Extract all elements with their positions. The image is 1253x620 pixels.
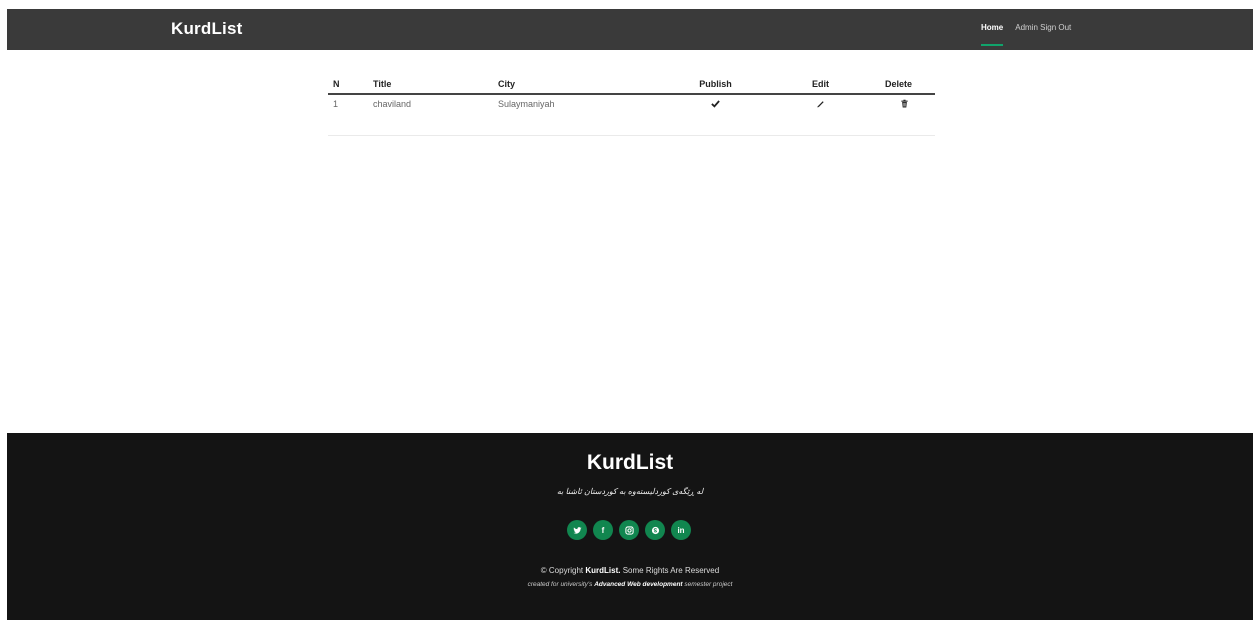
- publish-button[interactable]: [663, 94, 768, 136]
- twitter-link[interactable]: [567, 520, 587, 540]
- pencil-icon: [817, 101, 824, 108]
- listings-table: N Title City Publish Edit Delete 1 chavi…: [328, 75, 935, 136]
- linkedin-icon: in: [677, 525, 685, 535]
- col-header-n: N: [328, 75, 368, 95]
- row-number: 1: [333, 99, 339, 109]
- nav-home-link[interactable]: Home: [981, 23, 1004, 46]
- footer-tagline: لە ڕێگەی کوردلیستەوە بە کوردستان ئاشنا ب…: [556, 487, 704, 496]
- trash-icon: [901, 99, 908, 108]
- page: KurdList Home Admin Sign Out N Title Cit…: [0, 0, 1253, 620]
- row-title: chaviland: [373, 99, 412, 109]
- credit-emphasis: Advanced Web development: [594, 581, 683, 588]
- footer-copyright: © Copyright KurdList. Some Rights Are Re…: [7, 566, 1253, 575]
- instagram-link[interactable]: [619, 520, 639, 540]
- copyright-suffix: Some Rights Are Reserved: [622, 566, 720, 575]
- linkedin-link[interactable]: in: [671, 520, 691, 540]
- edit-button[interactable]: [768, 94, 873, 136]
- col-header-title: Title: [368, 75, 493, 95]
- col-header-publish: Publish: [663, 75, 768, 95]
- table-header-row: N Title City Publish Edit Delete: [328, 75, 935, 95]
- twitter-icon: [572, 526, 582, 534]
- site-logo[interactable]: KurdList: [171, 19, 242, 39]
- copyright-prefix: © Copyright: [540, 566, 584, 575]
- footer-credit: created for university's Advanced Web de…: [7, 581, 1253, 588]
- table-row: 1 chaviland Sulaymaniyah: [328, 94, 935, 136]
- row-city: Sulaymaniyah: [498, 99, 555, 109]
- credit-suffix: semester project: [684, 581, 733, 588]
- check-icon: [711, 100, 720, 108]
- col-header-edit: Edit: [768, 75, 873, 95]
- nav-admin-sign-out-link[interactable]: Admin Sign Out: [1015, 23, 1071, 32]
- social-links: f in: [567, 520, 691, 540]
- top-navbar: KurdList Home Admin Sign Out: [7, 9, 1253, 50]
- listings-table-container: N Title City Publish Edit Delete 1 chavi…: [328, 75, 935, 136]
- facebook-icon: f: [601, 525, 605, 535]
- facebook-link[interactable]: f: [593, 520, 613, 540]
- skype-icon: [651, 526, 659, 534]
- copyright-brand: KurdList.: [585, 566, 621, 575]
- col-header-city: City: [493, 75, 663, 95]
- delete-button[interactable]: [873, 94, 935, 136]
- skype-link[interactable]: [645, 520, 665, 540]
- footer-logo: KurdList: [586, 451, 674, 474]
- col-header-delete: Delete: [873, 75, 935, 95]
- site-footer: KurdList لە ڕێگەی کوردلیستەوە بە کوردستا…: [7, 433, 1253, 620]
- credit-prefix: created for university's: [527, 581, 593, 588]
- nav-menu: Home Admin Sign Out: [981, 23, 1071, 46]
- instagram-icon: [624, 525, 634, 535]
